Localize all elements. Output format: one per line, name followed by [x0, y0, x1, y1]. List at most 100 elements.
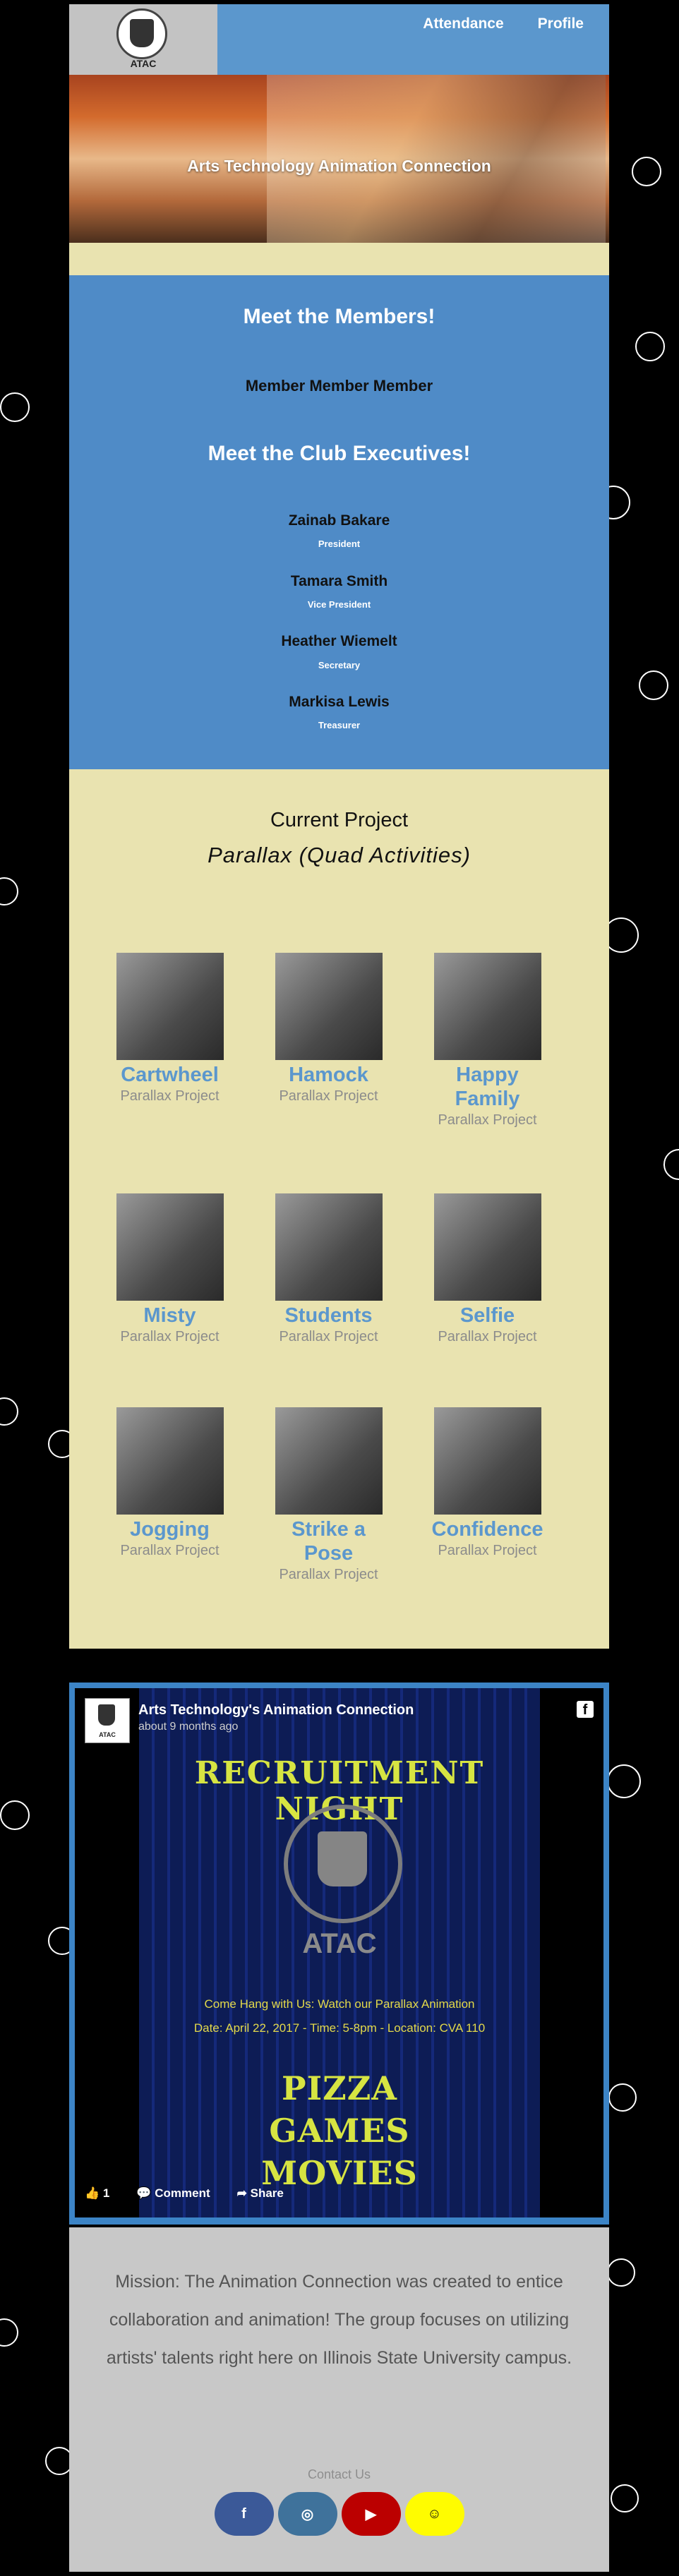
item-subtitle: Parallax Project — [438, 1112, 537, 1128]
portfolio-item[interactable]: Selfie Parallax Project — [426, 1193, 549, 1345]
project-name: Parallax (Quad Activities) — [208, 843, 471, 867]
item-title[interactable]: Strike a Pose — [287, 1517, 371, 1565]
recruitment-poster[interactable]: RECRUITMENT NIGHT ATAC Come Hang with Us… — [139, 1688, 540, 2217]
facebook-post[interactable]: RECRUITMENT NIGHT ATAC Come Hang with Us… — [75, 1688, 603, 2217]
executive-name: Tamara Smith — [290, 573, 388, 589]
bubble-decoration — [0, 1397, 18, 1426]
bubble-decoration — [635, 332, 665, 361]
portfolio-item[interactable]: Misty Parallax Project — [108, 1193, 232, 1345]
snapchat-button[interactable]: ☺ — [404, 2492, 464, 2536]
nav-attendance-link[interactable]: Attendance — [423, 16, 503, 32]
mission-statement: Mission: The Animation Connection was cr… — [106, 2272, 572, 2368]
social-links: f ◎ ▶ ☺ — [69, 2492, 609, 2536]
item-subtitle: Parallax Project — [438, 1543, 537, 1558]
project-section: Current Project Parallax (Quad Activitie… — [69, 769, 609, 1649]
bubble-decoration — [611, 2484, 639, 2512]
item-subtitle: Parallax Project — [279, 1567, 378, 1582]
project-thumbnail[interactable] — [433, 1193, 541, 1301]
bubble-decoration — [663, 1149, 679, 1180]
item-title[interactable]: Happy Family — [445, 1063, 530, 1111]
hero-banner: Arts Technology Animation Connection — [69, 75, 609, 243]
page-container: ATAC Attendance Profile Arts Technology … — [69, 4, 609, 1649]
executive-name: Markisa Lewis — [289, 694, 390, 710]
project-thumbnail[interactable] — [116, 953, 224, 1060]
facebook-embed: RECRUITMENT NIGHT ATAC Come Hang with Us… — [69, 1683, 609, 2225]
divider-strip — [69, 243, 609, 275]
instagram-button[interactable]: ◎ — [277, 2492, 337, 2536]
item-title[interactable]: Students — [267, 1304, 390, 1328]
project-thumbnail[interactable] — [275, 1407, 383, 1515]
executive-name: Zainab Bakare — [288, 512, 390, 529]
hero-title: Arts Technology Animation Connection — [187, 157, 491, 175]
footer: Mission: The Animation Connection was cr… — [69, 2227, 609, 2572]
portfolio-item[interactable]: Strike a Pose Parallax Project — [267, 1407, 390, 1583]
item-subtitle: Parallax Project — [120, 1329, 220, 1344]
portfolio-item[interactable]: Confidence Parallax Project — [426, 1407, 549, 1559]
bubble-decoration — [607, 1764, 641, 1798]
bubble-decoration — [632, 157, 661, 186]
bubble-decoration — [639, 670, 668, 700]
facebook-button[interactable]: f — [214, 2492, 274, 2536]
portfolio-item[interactable]: Cartwheel Parallax Project — [108, 953, 232, 1105]
instagram-icon: ◎ — [301, 2506, 314, 2522]
portfolio-item[interactable]: Happy Family Parallax Project — [426, 953, 549, 1128]
executive-role: President — [318, 538, 361, 549]
project-thumbnail[interactable] — [275, 1193, 383, 1301]
portfolio-item[interactable]: Jogging Parallax Project — [108, 1407, 232, 1559]
project-thumbnail[interactable] — [275, 953, 383, 1060]
bubble-decoration — [0, 2318, 18, 2347]
portfolio-item[interactable]: Hamock Parallax Project — [267, 953, 390, 1105]
item-subtitle: Parallax Project — [120, 1088, 220, 1104]
facebook-icon[interactable]: f — [577, 1701, 594, 1718]
item-subtitle: Parallax Project — [279, 1329, 378, 1344]
members-heading: Meet the Members! — [243, 305, 435, 328]
like-count: 1 — [102, 2186, 110, 2200]
item-subtitle: Parallax Project — [438, 1329, 537, 1344]
plug-icon — [284, 1805, 402, 1923]
youtube-button[interactable]: ▶ — [341, 2492, 401, 2536]
item-title[interactable]: Cartwheel — [108, 1063, 232, 1087]
item-title[interactable]: Misty — [108, 1304, 232, 1328]
project-thumbnail[interactable] — [433, 1407, 541, 1515]
nav-profile-link[interactable]: Profile — [538, 16, 584, 32]
share-button[interactable]: ➦ Share — [237, 2186, 284, 2201]
post-timestamp[interactable]: about 9 months ago — [138, 1721, 238, 1733]
plug-icon — [98, 1704, 115, 1726]
item-subtitle: Parallax Project — [279, 1088, 378, 1104]
contact-label: Contact Us — [307, 2467, 371, 2481]
poster-invite-text: Come Hang with Us: Watch our Parallax An… — [204, 1997, 475, 2011]
facebook-icon: f — [241, 2505, 246, 2522]
like-button[interactable]: 👍 1 — [85, 2186, 109, 2201]
portfolio-item[interactable]: Students Parallax Project — [267, 1193, 390, 1345]
project-thumbnail[interactable] — [433, 953, 541, 1060]
item-title[interactable]: Hamock — [267, 1063, 390, 1087]
executive-role: Treasurer — [318, 720, 361, 730]
member-list: Member Member Member — [245, 377, 433, 395]
item-title[interactable]: Selfie — [426, 1304, 549, 1328]
logo-text: ATAC — [130, 58, 157, 69]
poster-word: GAMES — [269, 2112, 410, 2150]
nav-links: Attendance Profile — [423, 16, 584, 32]
poster-details-text: Date: April 22, 2017 - Time: 5-8pm - Loc… — [193, 2021, 486, 2035]
executive-name: Heather Wiemelt — [281, 633, 397, 649]
item-title[interactable]: Jogging — [108, 1517, 232, 1541]
logo[interactable]: ATAC — [69, 4, 217, 75]
members-section: Meet the Members! Member Member Member M… — [69, 275, 609, 769]
bubble-decoration — [607, 2258, 635, 2287]
avatar-text: ATAC — [99, 1731, 116, 1738]
project-thumbnail[interactable] — [116, 1407, 224, 1515]
snapchat-icon: ☺ — [427, 2505, 442, 2522]
page-avatar[interactable]: ATAC — [85, 1698, 130, 1743]
bubble-decoration — [608, 2083, 637, 2112]
executives-heading: Meet the Club Executives! — [208, 442, 471, 465]
poster-logo-text: ATAC — [302, 1928, 377, 1959]
share-label: Share — [250, 2186, 284, 2200]
page-name-link[interactable]: Arts Technology's Animation Connection — [138, 1702, 414, 1719]
post-actions: 👍 1 💬 Comment ➦ Share — [85, 2186, 284, 2201]
project-thumbnail[interactable] — [116, 1193, 224, 1301]
bubble-decoration — [0, 392, 30, 422]
project-heading: Current Project — [270, 809, 408, 831]
item-title[interactable]: Confidence — [426, 1517, 549, 1541]
poster-word: PIZZA — [282, 2069, 397, 2107]
comment-button[interactable]: 💬 Comment — [136, 2186, 210, 2201]
